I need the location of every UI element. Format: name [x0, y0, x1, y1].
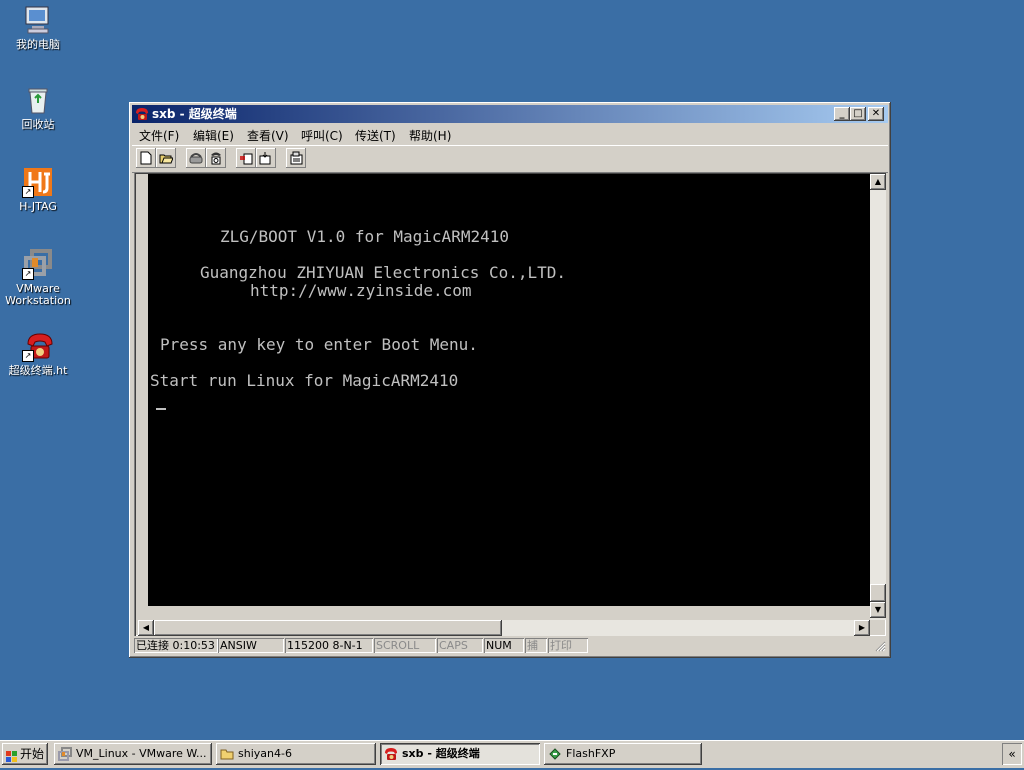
taskbar-button-flashfxp[interactable]: FlashFXP — [544, 743, 702, 765]
scroll-down-button[interactable]: ▼ — [870, 602, 886, 618]
terminal-line: Press any key to enter Boot Menu. — [160, 335, 478, 354]
menu-help[interactable]: 帮助(H) — [409, 127, 451, 144]
menu-file[interactable]: 文件(F) — [139, 127, 179, 144]
receive-icon — [259, 151, 273, 165]
menu-transfer[interactable]: 传送(T) — [355, 127, 396, 144]
vertical-scroll-thumb[interactable] — [870, 584, 886, 602]
shortcut-arrow-icon: ↗ — [22, 350, 34, 362]
hyperterminal-window: sxb - 超级终端 _ □ ✕ 文件(F) 编辑(E) 查看(V) 呼叫(C)… — [129, 102, 891, 658]
close-button[interactable]: ✕ — [868, 107, 884, 121]
taskbar: 开始 VM_Linux - VMware W... shiyan4-6 sxb … — [0, 740, 1024, 768]
taskbar-button-label: shiyan4-6 — [238, 747, 292, 760]
window-title: sxb - 超级终端 — [152, 107, 237, 121]
terminal-line: ZLG/BOOT V1.0 for MagicARM2410 — [220, 227, 509, 246]
desktop-icon-my-computer[interactable]: 我的电脑 — [0, 4, 76, 51]
disconnect-icon — [189, 151, 203, 165]
status-connection-time: 已连接 0:10:53 — [134, 638, 218, 653]
status-print: 打印 — [548, 638, 588, 653]
desktop-icon-label: 回收站 — [21, 118, 55, 131]
flashfxp-icon — [548, 747, 562, 761]
dial-button[interactable] — [206, 148, 226, 168]
status-bar: 已连接 0:10:53 ANSIW 115200 8-N-1 SCROLL CA… — [132, 637, 888, 655]
title-bar[interactable]: sxb - 超级终端 _ □ ✕ — [132, 105, 888, 123]
horizontal-scrollbar[interactable]: ◀ ▶ — [138, 620, 870, 636]
scroll-right-button[interactable]: ▶ — [854, 620, 870, 636]
desktop-icon-label: VMware Workstation — [5, 282, 71, 307]
taskbar-button-label: VM_Linux - VMware W... — [76, 747, 207, 760]
desktop-icon-recycle-bin[interactable]: 回收站 — [0, 84, 76, 131]
resize-grip-icon[interactable] — [874, 640, 886, 652]
status-scroll: SCROLL — [374, 638, 436, 653]
menu-view[interactable]: 查看(V) — [247, 127, 289, 144]
desktop-icon-label: H-JTAG — [19, 200, 57, 213]
vertical-scrollbar[interactable]: ▲ ▼ — [870, 174, 886, 620]
taskbar-button-label: sxb - 超级终端 — [402, 747, 480, 760]
folder-icon — [220, 747, 234, 761]
hjtag-icon: ↗ — [22, 166, 54, 198]
windows-logo-icon — [6, 748, 18, 762]
maximize-button[interactable]: □ — [850, 107, 866, 121]
vmware-icon — [58, 747, 72, 761]
text-cursor — [156, 408, 166, 410]
terminal-line: Start run Linux for MagicARM2410 — [150, 371, 459, 390]
status-num: NUM — [484, 638, 524, 653]
desktop-icon-hyperterminal[interactable]: ↗ 超级终端.ht — [0, 330, 76, 377]
vmware-icon: ↗ — [22, 248, 54, 280]
desktop-icon-vmware[interactable]: ↗ VMware Workstation — [0, 248, 76, 307]
taskbar-button-vmware[interactable]: VM_Linux - VMware W... — [54, 743, 212, 765]
toolbar — [132, 145, 888, 173]
menu-edit[interactable]: 编辑(E) — [193, 127, 234, 144]
desktop-icon-label: 超级终端.ht — [8, 364, 68, 377]
desktop-icon-hjtag[interactable]: ↗ H-JTAG — [0, 166, 76, 213]
menu-bar: 文件(F) 编辑(E) 查看(V) 呼叫(C) 传送(T) 帮助(H) — [132, 124, 888, 144]
scroll-left-button[interactable]: ◀ — [138, 620, 154, 636]
send-button[interactable] — [236, 148, 256, 168]
shortcut-arrow-icon: ↗ — [22, 268, 34, 280]
status-emulation: ANSIW — [218, 638, 284, 653]
tray-expand-button[interactable]: « — [1002, 743, 1022, 765]
status-capture: 捕 — [525, 638, 547, 653]
desktop-icon-label: 我的电脑 — [16, 38, 60, 51]
send-icon — [239, 151, 253, 165]
terminal-area: ZLG/BOOT V1.0 for MagicARM2410 Guangzhou… — [134, 172, 886, 636]
status-port-settings: 115200 8-N-1 — [285, 638, 373, 653]
taskbar-button-hyperterminal[interactable]: sxb - 超级终端 — [380, 743, 540, 765]
shortcut-arrow-icon: ↗ — [22, 186, 34, 198]
start-label: 开始 — [20, 747, 45, 761]
recycle-bin-icon — [22, 84, 54, 116]
scroll-up-button[interactable]: ▲ — [870, 174, 886, 190]
minimize-button[interactable]: _ — [834, 107, 850, 121]
hyperterminal-icon — [135, 107, 149, 121]
taskbar-button-label: FlashFXP — [566, 747, 616, 760]
open-icon — [159, 151, 174, 165]
start-button[interactable]: 开始 — [2, 743, 48, 765]
open-button[interactable] — [156, 148, 176, 168]
receive-button[interactable] — [256, 148, 276, 168]
taskbar-button-shiyan[interactable]: shiyan4-6 — [216, 743, 376, 765]
properties-icon — [289, 151, 303, 165]
new-connection-button[interactable] — [136, 148, 156, 168]
hyperterminal-icon: ↗ — [22, 330, 54, 362]
hyperterminal-icon — [384, 747, 398, 761]
dial-icon — [209, 151, 223, 165]
my-computer-icon — [22, 4, 54, 36]
new-icon — [139, 151, 153, 165]
properties-button[interactable] — [286, 148, 306, 168]
menu-call[interactable]: 呼叫(C) — [301, 127, 343, 144]
disconnect-button[interactable] — [186, 148, 206, 168]
horizontal-scroll-thumb[interactable] — [154, 620, 502, 636]
terminal-screen[interactable]: ZLG/BOOT V1.0 for MagicARM2410 Guangzhou… — [148, 174, 870, 606]
terminal-line: http://www.zyinside.com — [250, 281, 472, 300]
status-caps: CAPS — [437, 638, 483, 653]
terminal-line: Guangzhou ZHIYUAN Electronics Co.,LTD. — [200, 263, 567, 282]
